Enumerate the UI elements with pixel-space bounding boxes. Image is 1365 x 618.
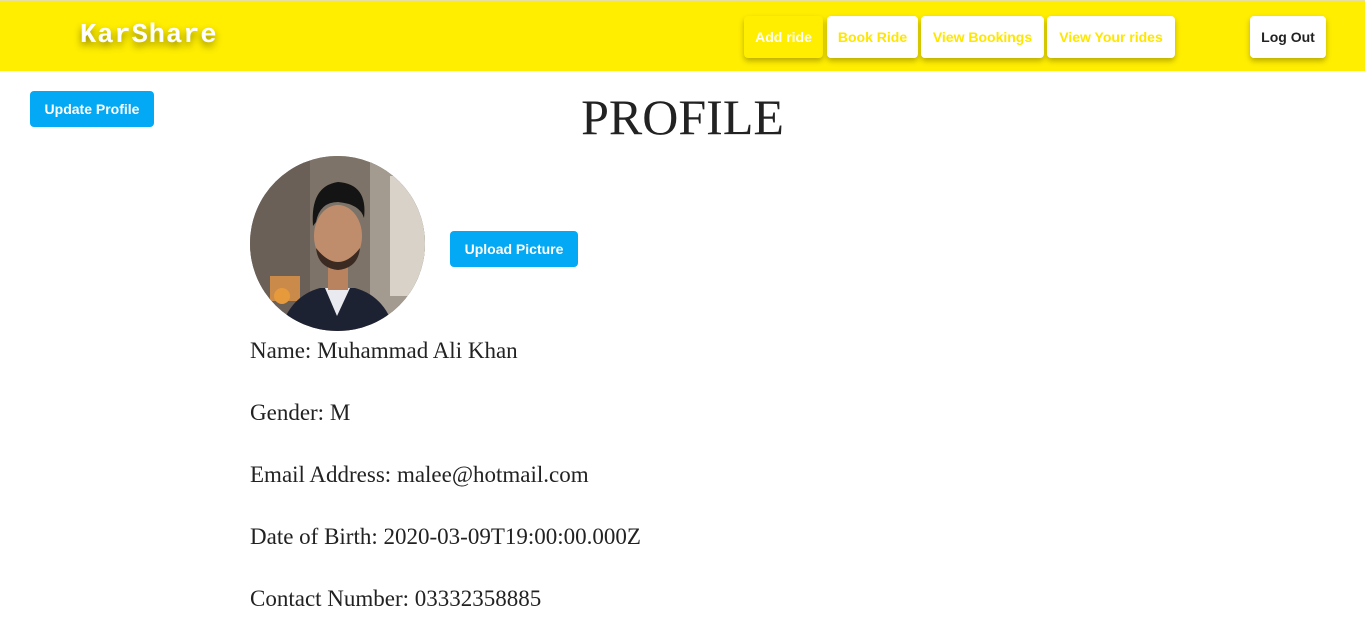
- avatar-photo: [250, 156, 425, 331]
- email-value: malee@hotmail.com: [396, 462, 589, 487]
- gender-value: M: [329, 400, 351, 425]
- profile-email: Email Address: malee@hotmail.com: [250, 462, 589, 488]
- view-your-rides-button[interactable]: View Your rides: [1047, 16, 1175, 58]
- profile-contact: Contact Number: 03332358885: [250, 586, 541, 612]
- profile-dob: Date of Birth: 2020-03-09T19:00:00.000Z: [250, 524, 641, 550]
- brand-logo[interactable]: KarShare: [80, 21, 218, 51]
- view-bookings-button[interactable]: View Bookings: [921, 16, 1044, 58]
- dob-value: 2020-03-09T19:00:00.000Z: [383, 524, 641, 549]
- name-value: Muhammad Ali Khan: [317, 338, 518, 363]
- upload-picture-button[interactable]: Upload Picture: [450, 231, 578, 267]
- name-label: Name:: [250, 338, 312, 363]
- contact-label: Contact Number:: [250, 586, 410, 611]
- profile-name: Name: Muhammad Ali Khan: [250, 338, 518, 364]
- contact-value: 03332358885: [414, 586, 542, 611]
- profile-avatar: [250, 156, 425, 331]
- page-title: PROFILE: [581, 89, 784, 145]
- email-label: Email Address:: [250, 462, 392, 487]
- gender-label: Gender:: [250, 400, 325, 425]
- profile-gender: Gender: M: [250, 400, 350, 426]
- add-ride-button[interactable]: Add ride: [744, 16, 823, 58]
- dob-label: Date of Birth:: [250, 524, 378, 549]
- log-out-button[interactable]: Log Out: [1250, 16, 1326, 58]
- top-navbar: KarShare Add ride Book Ride View Booking…: [0, 0, 1365, 71]
- book-ride-button[interactable]: Book Ride: [827, 16, 918, 58]
